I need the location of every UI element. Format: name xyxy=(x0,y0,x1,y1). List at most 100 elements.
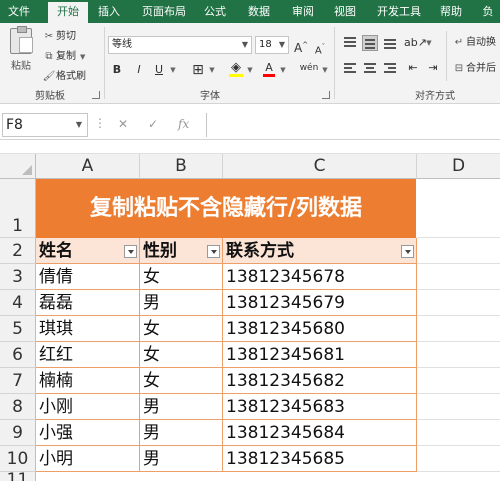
header-cell-name[interactable]: 姓名 xyxy=(36,238,140,264)
font-name-select[interactable]: 等线 ▼ xyxy=(108,36,252,54)
tab-data[interactable]: 数据 xyxy=(242,0,276,23)
align-center-button[interactable] xyxy=(362,61,378,77)
tab-review[interactable]: 审阅 xyxy=(286,0,320,23)
table-cell-contact[interactable]: 13812345684 xyxy=(223,420,417,446)
table-cell-contact[interactable]: 13812345683 xyxy=(223,394,417,420)
table-cell-gender[interactable]: 男 xyxy=(140,290,223,316)
table-cell-contact[interactable]: 13812345678 xyxy=(223,264,417,290)
tab-file[interactable]: 文件 xyxy=(2,0,36,23)
align-right-button[interactable] xyxy=(382,61,398,77)
fill-dropdown-icon[interactable]: ▼ xyxy=(245,61,255,79)
table-cell-gender[interactable]: 男 xyxy=(140,446,223,472)
sheet-title-cell[interactable]: 复制粘贴不含隐藏行/列数据 xyxy=(36,179,416,238)
column-header-c[interactable]: C xyxy=(223,154,417,179)
table-cell-gender[interactable]: 女 xyxy=(140,368,223,394)
filter-dropdown-icon[interactable] xyxy=(401,245,414,258)
copy-button[interactable]: ⧉ 复制 ▼ xyxy=(42,49,85,65)
phonetic-dropdown-icon[interactable]: ▼ xyxy=(320,61,330,79)
table-cell-contact[interactable]: 13812345685 xyxy=(223,446,417,472)
filter-dropdown-icon[interactable] xyxy=(124,245,137,258)
paste-button[interactable]: 粘贴 xyxy=(6,26,36,72)
cut-button[interactable]: ✂ 剪切 xyxy=(42,29,76,45)
table-cell-contact[interactable]: 13812345680 xyxy=(223,316,417,342)
font-color-button[interactable]: A xyxy=(262,59,276,77)
header-cell-gender[interactable]: 性别 xyxy=(140,238,223,264)
empty-cell[interactable] xyxy=(417,264,500,290)
column-header-b[interactable]: B xyxy=(140,154,223,179)
table-cell-gender[interactable]: 男 xyxy=(140,394,223,420)
row-header-2[interactable]: 2 xyxy=(0,238,36,264)
empty-cell[interactable] xyxy=(417,342,500,368)
empty-cell[interactable] xyxy=(417,420,500,446)
empty-cell[interactable] xyxy=(417,290,500,316)
table-cell-name[interactable]: 小强 xyxy=(36,420,140,446)
table-cell-gender[interactable]: 女 xyxy=(140,316,223,342)
font-size-select[interactable]: 18 ▼ xyxy=(255,36,289,54)
empty-cell[interactable] xyxy=(417,446,500,472)
empty-cell[interactable] xyxy=(417,238,500,264)
tab-insert[interactable]: 插入 xyxy=(92,0,126,23)
shrink-font-button[interactable]: Aˇ xyxy=(313,38,327,56)
table-cell-gender[interactable]: 女 xyxy=(140,264,223,290)
table-cell-gender[interactable]: 女 xyxy=(140,342,223,368)
align-top-button[interactable] xyxy=(342,35,358,51)
tab-more[interactable]: 负 xyxy=(476,0,500,23)
name-box[interactable]: F8 ▼ xyxy=(2,113,88,137)
tab-home[interactable]: 开始 xyxy=(48,2,88,23)
table-cell-name[interactable]: 楠楠 xyxy=(36,368,140,394)
align-left-button[interactable] xyxy=(342,61,358,77)
row-header-10[interactable]: 10 xyxy=(0,446,36,472)
empty-cell[interactable] xyxy=(417,394,500,420)
tab-view[interactable]: 视图 xyxy=(328,0,362,23)
table-cell-name[interactable]: 小明 xyxy=(36,446,140,472)
insert-function-button[interactable]: fx xyxy=(178,117,189,131)
column-header-a[interactable]: A xyxy=(36,154,140,179)
row-header-1[interactable]: 1 xyxy=(0,179,36,238)
align-bottom-button[interactable] xyxy=(382,35,398,51)
row-header-8[interactable]: 8 xyxy=(0,394,36,420)
fill-color-button[interactable]: ◈ xyxy=(228,59,244,77)
enter-icon[interactable]: ✓ xyxy=(148,117,158,131)
row-header-9[interactable]: 9 xyxy=(0,420,36,446)
underline-dropdown-icon[interactable]: ▼ xyxy=(168,61,178,79)
tab-page-layout[interactable]: 页面布局 xyxy=(136,0,192,23)
tab-developer[interactable]: 开发工具 xyxy=(370,0,428,23)
tab-formulas[interactable]: 公式 xyxy=(198,0,232,23)
select-all-button[interactable] xyxy=(0,154,36,179)
decrease-indent-button[interactable]: ⇤ xyxy=(404,59,422,77)
table-cell-name[interactable]: 红红 xyxy=(36,342,140,368)
table-cell-gender[interactable]: 男 xyxy=(140,420,223,446)
border-button[interactable]: ⊞ xyxy=(190,61,206,79)
table-cell-contact[interactable]: 13812345681 xyxy=(223,342,417,368)
row-header-3[interactable]: 3 xyxy=(0,264,36,290)
copy-dropdown-icon[interactable]: ▼ xyxy=(80,53,85,61)
formula-input[interactable] xyxy=(206,113,500,137)
phonetic-button[interactable]: wén xyxy=(298,59,320,77)
underline-button[interactable]: U xyxy=(152,61,166,79)
row-header-11[interactable]: 11 xyxy=(0,472,36,481)
format-painter-button[interactable]: 🖌格式刷 xyxy=(42,69,86,85)
table-cell-contact[interactable]: 13812345679 xyxy=(223,290,417,316)
tab-help[interactable]: 帮助 xyxy=(434,0,468,23)
table-cell-name[interactable]: 小刚 xyxy=(36,394,140,420)
empty-cell[interactable] xyxy=(417,179,500,238)
orientation-button[interactable]: ab↗ xyxy=(404,34,427,52)
row-header-6[interactable]: 6 xyxy=(0,342,36,368)
font-launcher-icon[interactable] xyxy=(322,91,330,99)
table-cell-name[interactable]: 倩倩 xyxy=(36,264,140,290)
orientation-dropdown-icon[interactable]: ▼ xyxy=(424,34,434,52)
grow-font-button[interactable]: A^ xyxy=(294,36,308,55)
row-header-5[interactable]: 5 xyxy=(0,316,36,342)
align-middle-button[interactable] xyxy=(362,35,378,51)
border-dropdown-icon[interactable]: ▼ xyxy=(207,61,217,79)
table-cell-name[interactable]: 磊磊 xyxy=(36,290,140,316)
table-cell-contact[interactable]: 13812345682 xyxy=(223,368,417,394)
increase-indent-button[interactable]: ⇥ xyxy=(424,59,442,77)
clipboard-launcher-icon[interactable] xyxy=(92,91,100,99)
font-color-dropdown-icon[interactable]: ▼ xyxy=(278,61,288,79)
empty-cell[interactable] xyxy=(417,316,500,342)
wrap-text-button[interactable]: ↵ 自动换 xyxy=(452,35,496,51)
row-header-4[interactable]: 4 xyxy=(0,290,36,316)
table-cell-name[interactable]: 琪琪 xyxy=(36,316,140,342)
cancel-icon[interactable]: ✕ xyxy=(118,117,128,131)
